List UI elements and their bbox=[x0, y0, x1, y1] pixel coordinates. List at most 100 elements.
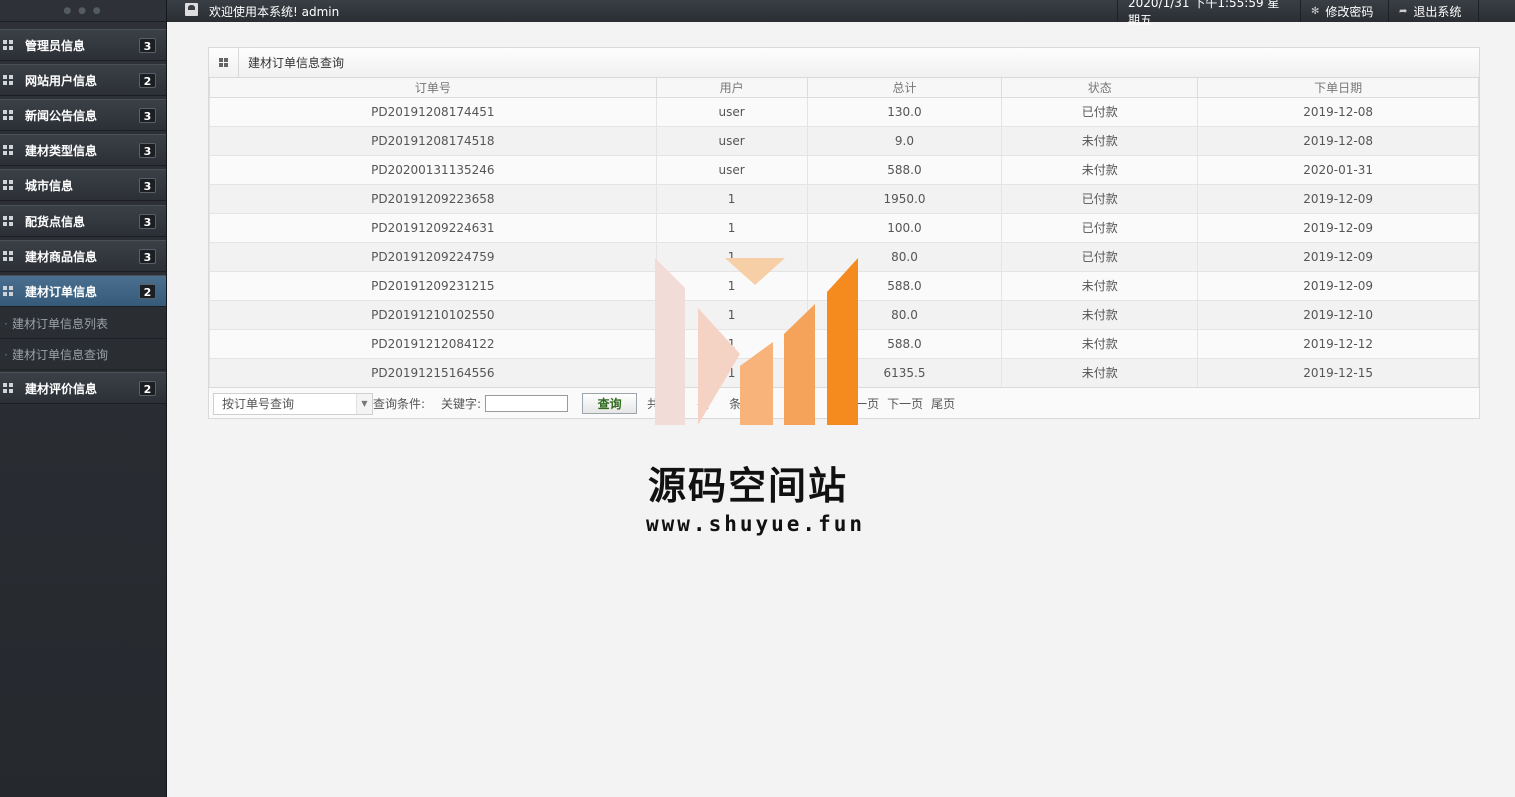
table-cell: PD20191212084122 bbox=[209, 328, 657, 359]
table-cell: 未付款 bbox=[1001, 328, 1199, 359]
user-icon bbox=[185, 3, 198, 16]
table-cell: 2019-12-09 bbox=[1197, 241, 1479, 272]
table-row[interactable]: PD20200131135246 user 588.0 未付款 2020-01-31 bbox=[209, 154, 1479, 185]
table-cell: 未付款 bbox=[1001, 270, 1199, 301]
table-cell: 已付款 bbox=[1001, 183, 1199, 214]
table-cell: PD20191215164556 bbox=[209, 357, 657, 388]
table-cell: PD20191209224631 bbox=[209, 212, 657, 243]
logout-link[interactable]: ➦ 退出系统 bbox=[1388, 0, 1479, 22]
table-cell: 588.0 bbox=[806, 154, 1003, 185]
table-cell: PD20191208174518 bbox=[209, 125, 657, 156]
change-password-label: 修改密码 bbox=[1325, 4, 1374, 19]
sidebar-item-label: 城市信息 bbox=[25, 178, 74, 193]
table-cell: PD20191210102550 bbox=[209, 299, 657, 330]
table-header-row: 订单号 用户 总计 状态 下单日期 bbox=[209, 78, 1479, 98]
sidebar-item-label: 建材商品信息 bbox=[25, 249, 98, 264]
table-cell: 未付款 bbox=[1001, 154, 1199, 185]
column-header[interactable]: 用户 bbox=[655, 78, 808, 98]
table-row[interactable]: PD20191208174518 user 9.0 未付款 2019-12-08 bbox=[209, 125, 1479, 156]
drag-handle-icon: ● ● ● bbox=[63, 5, 103, 16]
sidebar-item-label: 建材订单信息 bbox=[25, 284, 98, 299]
column-header[interactable]: 下单日期 bbox=[1197, 78, 1479, 98]
watermark-title: 源码空间站 bbox=[648, 464, 849, 508]
sidebar-item-label: 配货点信息 bbox=[25, 214, 86, 229]
table-cell: 9.0 bbox=[806, 125, 1003, 156]
grid-icon bbox=[3, 216, 13, 226]
table-cell: 2019-12-09 bbox=[1197, 270, 1479, 301]
count-badge: 3 bbox=[139, 214, 156, 229]
table-cell: 130.0 bbox=[806, 96, 1003, 127]
grid-icon bbox=[3, 180, 13, 190]
sidebar-item-admin[interactable]: 管理员信息 3 bbox=[0, 29, 166, 61]
column-header[interactable]: 状态 bbox=[1001, 78, 1199, 98]
table-cell: PD20191208174451 bbox=[209, 96, 657, 127]
table-row[interactable]: PD20191208174451 user 130.0 已付款 2019-12-08 bbox=[209, 96, 1479, 127]
table-cell: 未付款 bbox=[1001, 357, 1199, 388]
next-page-link[interactable]: 下一页 bbox=[887, 395, 923, 412]
sidebar-item-reviews[interactable]: 建材评价信息 2 bbox=[0, 372, 166, 404]
grid-icon bbox=[209, 47, 239, 78]
query-type-select[interactable]: 按订单号查询 ▼ bbox=[213, 392, 373, 415]
datetime-display: 2020/1/31 下午1:55:59 星期五 bbox=[1117, 0, 1300, 27]
sidebar-item-distribution[interactable]: 配货点信息 3 bbox=[0, 205, 166, 237]
table-cell: 2019-12-12 bbox=[1197, 328, 1479, 359]
topbar: 欢迎使用本系统! admin 2020/1/31 下午1:55:59 星期五 ✻… bbox=[167, 0, 1515, 27]
table-cell: 1 bbox=[655, 183, 808, 214]
sidebar-item-news[interactable]: 新闻公告信息 3 bbox=[0, 99, 166, 131]
panel-header: 建材订单信息查询 bbox=[209, 47, 1479, 78]
table-row[interactable]: PD20191209224631 1 100.0 已付款 2019-12-09 bbox=[209, 212, 1479, 243]
watermark-bar bbox=[740, 342, 773, 425]
sidebar-item-label: 建材类型信息 bbox=[25, 143, 98, 158]
gear-icon: ✻ bbox=[1311, 5, 1320, 17]
sidebar-item-cities[interactable]: 城市信息 3 bbox=[0, 169, 166, 201]
table-cell: 2019-12-08 bbox=[1197, 125, 1479, 156]
sidebar-subitem-order-query[interactable]: 建材订单信息查询 bbox=[0, 340, 166, 370]
sidebar-item-products[interactable]: 建材商品信息 3 bbox=[0, 240, 166, 272]
table-cell: user bbox=[655, 154, 808, 185]
table-cell: 2019-12-08 bbox=[1197, 96, 1479, 127]
table-cell: 1950.0 bbox=[806, 183, 1003, 214]
query-button[interactable]: 查询 bbox=[582, 393, 638, 414]
table-cell: 2019-12-09 bbox=[1197, 212, 1479, 243]
chevron-down-icon[interactable]: ▼ bbox=[356, 393, 372, 414]
table-cell: 未付款 bbox=[1001, 299, 1199, 330]
watermark-bar bbox=[725, 258, 785, 285]
sidebar-item-users[interactable]: 网站用户信息 2 bbox=[0, 64, 166, 96]
count-badge: 3 bbox=[139, 38, 156, 53]
last-page-link[interactable]: 尾页 bbox=[931, 395, 955, 412]
sidebar-subitem-label: 建材订单信息列表 bbox=[12, 317, 109, 331]
watermark-bar bbox=[784, 304, 815, 425]
table-cell: 未付款 bbox=[1001, 125, 1199, 156]
table-row[interactable]: PD20191209223658 1 1950.0 已付款 2019-12-09 bbox=[209, 183, 1479, 214]
column-header[interactable]: 总计 bbox=[806, 78, 1003, 98]
grid-icon bbox=[3, 286, 13, 296]
grid-icon bbox=[3, 110, 13, 120]
sidebar-item-material-types[interactable]: 建材类型信息 3 bbox=[0, 134, 166, 166]
change-password-link[interactable]: ✻ 修改密码 bbox=[1300, 0, 1388, 22]
logout-arrow-icon: ➦ bbox=[1399, 5, 1408, 17]
grid-icon bbox=[3, 383, 13, 393]
count-badge: 3 bbox=[139, 178, 156, 193]
grid-icon bbox=[3, 40, 13, 50]
watermark-bar bbox=[698, 308, 740, 425]
column-header[interactable]: 订单号 bbox=[209, 78, 657, 98]
count-badge: 3 bbox=[139, 249, 156, 264]
table-cell: 已付款 bbox=[1001, 96, 1199, 127]
table-cell: PD20191209224759 bbox=[209, 241, 657, 272]
table-cell: 2019-12-09 bbox=[1197, 183, 1479, 214]
select-value: 按订单号查询 bbox=[222, 397, 295, 411]
sidebar-subitem-order-list[interactable]: 建材订单信息列表 bbox=[0, 309, 166, 339]
welcome-message: 欢迎使用本系统! admin bbox=[185, 3, 339, 20]
table-cell: 已付款 bbox=[1001, 241, 1199, 272]
datetime-text: 2020/1/31 下午1:55:59 星期五 bbox=[1128, 0, 1280, 27]
grid-icon bbox=[3, 75, 13, 85]
count-badge: 2 bbox=[139, 381, 156, 396]
condition-label: 查询条件: bbox=[373, 397, 426, 411]
keyword-input[interactable] bbox=[485, 395, 569, 412]
logout-label: 退出系统 bbox=[1413, 4, 1462, 19]
table-cell: 2019-12-10 bbox=[1197, 299, 1479, 330]
sidebar-item-orders[interactable]: 建材订单信息 2 bbox=[0, 275, 166, 307]
table-cell: 1 bbox=[655, 212, 808, 243]
count-badge: 2 bbox=[139, 284, 156, 299]
sidebar: ● ● ● 管理员信息 3 网站用户信息 2 新闻公告信息 3 建材类型信息 3… bbox=[0, 0, 167, 797]
